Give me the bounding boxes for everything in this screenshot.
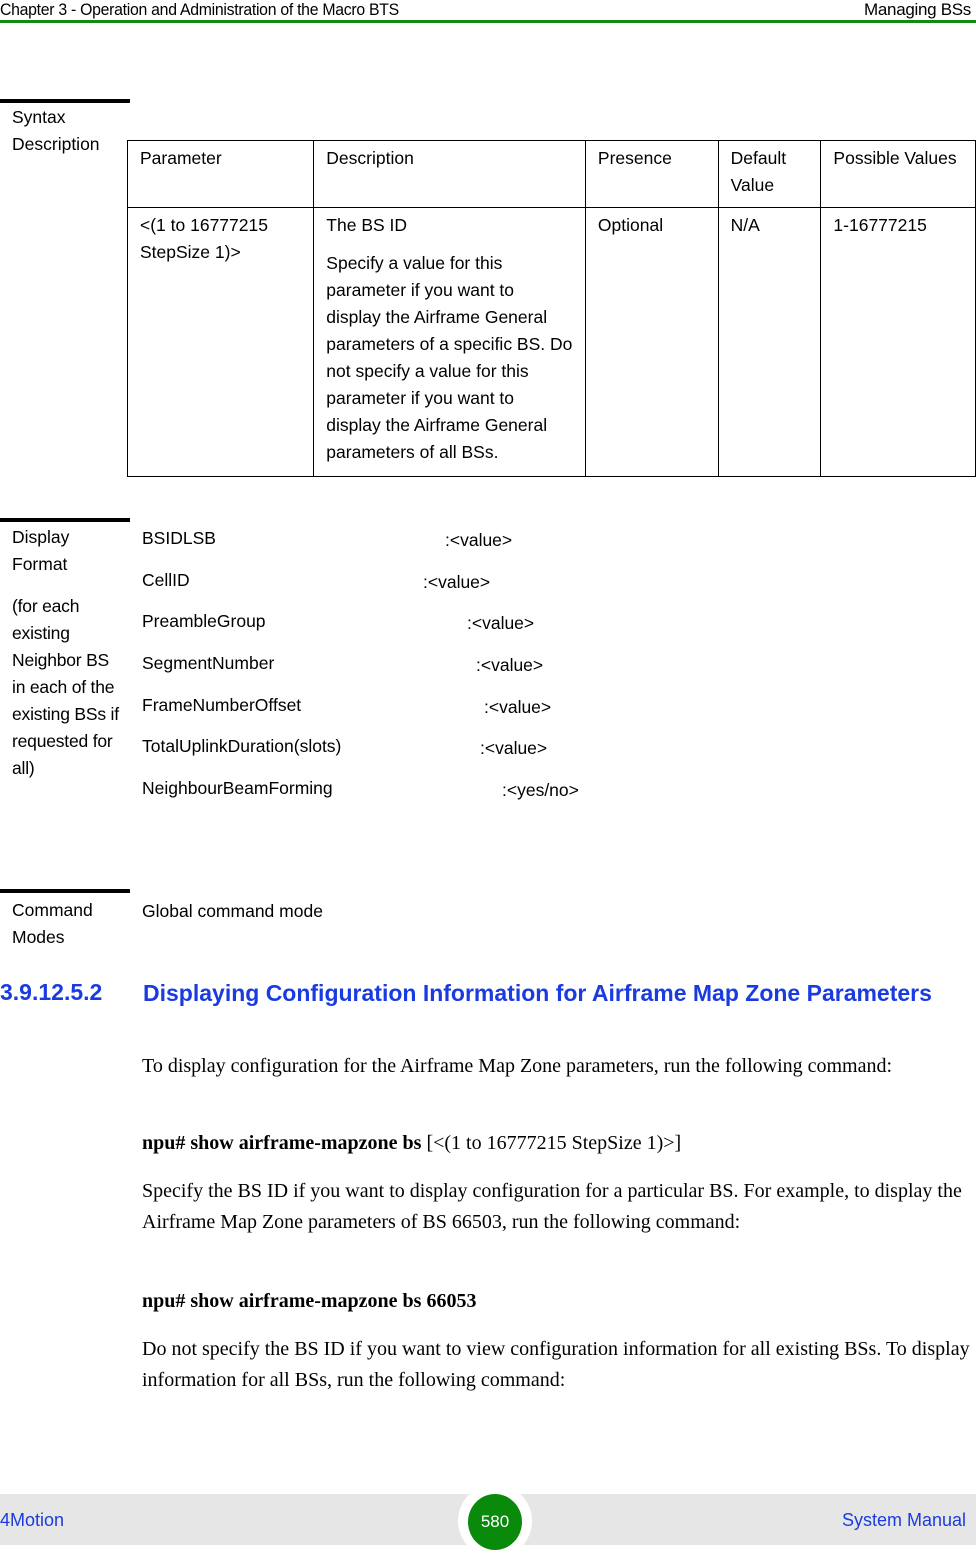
chapter-title: Chapter 3 - Operation and Administration… bbox=[0, 0, 399, 19]
format-field-value: :<yes/no> bbox=[502, 780, 579, 800]
description-body: Specify a value for this parameter if yo… bbox=[326, 253, 573, 462]
command-modes-value: Global command mode bbox=[142, 901, 323, 921]
display-format-label: Display Format (for each existing Neighb… bbox=[12, 524, 122, 782]
format-field-value: :<value> bbox=[467, 613, 535, 633]
page-number-badge: 580 bbox=[468, 1494, 522, 1550]
specify-paragraph: Specify the BS ID if you want to display… bbox=[142, 1180, 962, 1233]
syntax-table: Parameter Description Presence Default V… bbox=[126, 140, 976, 477]
col-header-possible-values: Possible Values bbox=[820, 140, 976, 208]
format-field-value: :<value> bbox=[484, 697, 552, 717]
header-rule bbox=[0, 20, 976, 23]
col-header-presence: Presence bbox=[584, 140, 719, 208]
footer-product: 4Motion bbox=[0, 1510, 65, 1530]
col-header-parameter: Parameter bbox=[126, 140, 315, 208]
syntax-divider bbox=[0, 99, 130, 103]
format-field-value: :<value> bbox=[445, 530, 513, 550]
label-line: Description bbox=[12, 134, 100, 154]
col-header-description: Description bbox=[313, 140, 586, 208]
cell-description: The BS ID Specify a value for this param… bbox=[313, 207, 586, 477]
format-field-value: :<value> bbox=[423, 572, 491, 592]
intro-paragraph: To display configuration for the Airfram… bbox=[142, 1055, 893, 1077]
syntax-description-label: Syntax Description bbox=[12, 104, 122, 158]
footer-manual: System Manual bbox=[841, 1510, 966, 1530]
command-text: npu# show airframe-mapzone bs bbox=[142, 1132, 422, 1154]
format-field-value: :<value> bbox=[480, 738, 548, 758]
section-title: Managing BSs bbox=[864, 0, 971, 19]
section-number: 3.9.12.5.2 bbox=[0, 979, 103, 1005]
label-line: Command bbox=[12, 900, 93, 920]
description-title: The BS ID bbox=[326, 215, 408, 235]
section-heading: Displaying Configuration Information for… bbox=[143, 980, 932, 1006]
label-line: Syntax bbox=[12, 107, 66, 127]
format-field-name: CellID bbox=[142, 570, 190, 590]
cell-possible-values: 1-16777215 bbox=[820, 207, 976, 477]
cell-parameter: <(1 to 16777215 StepSize 1)> bbox=[126, 207, 315, 477]
command-modes-label: Command Modes bbox=[12, 897, 122, 951]
display-format-note: (for each existing Neighbor BS in each o… bbox=[12, 596, 119, 778]
format-field-name: TotalUplinkDuration(slots) bbox=[142, 736, 342, 756]
cell-default-value: N/A bbox=[717, 207, 822, 477]
command-modes-divider bbox=[0, 889, 130, 893]
display-format-divider bbox=[0, 518, 130, 522]
label-line: Display bbox=[12, 527, 70, 547]
label-line: Modes bbox=[12, 927, 65, 947]
command-syntax: npu# show airframe-mapzone bs [<(1 to 16… bbox=[142, 1128, 974, 1159]
table-header-row: Parameter Description Presence Default V… bbox=[126, 140, 976, 208]
format-field-name: BSIDLSB bbox=[142, 528, 216, 548]
all-bs-paragraph: Do not specify the BS ID if you want to … bbox=[142, 1338, 970, 1391]
col-header-default-value: Default Value bbox=[717, 140, 822, 208]
example-command: npu# show airframe-mapzone bs 66053 bbox=[142, 1290, 477, 1312]
label-line: Format bbox=[12, 554, 68, 574]
format-field-name: FrameNumberOffset bbox=[142, 695, 302, 715]
format-field-value: :<value> bbox=[476, 655, 544, 675]
cell-presence: Optional bbox=[584, 207, 719, 477]
format-field-name: PreambleGroup bbox=[142, 611, 266, 631]
table-row: <(1 to 16777215 StepSize 1)> The BS ID S… bbox=[126, 207, 976, 477]
format-field-name: NeighbourBeamForming bbox=[142, 778, 333, 798]
format-field-name: SegmentNumber bbox=[142, 653, 275, 673]
command-args: [<(1 to 16777215 StepSize 1)>] bbox=[421, 1132, 682, 1154]
